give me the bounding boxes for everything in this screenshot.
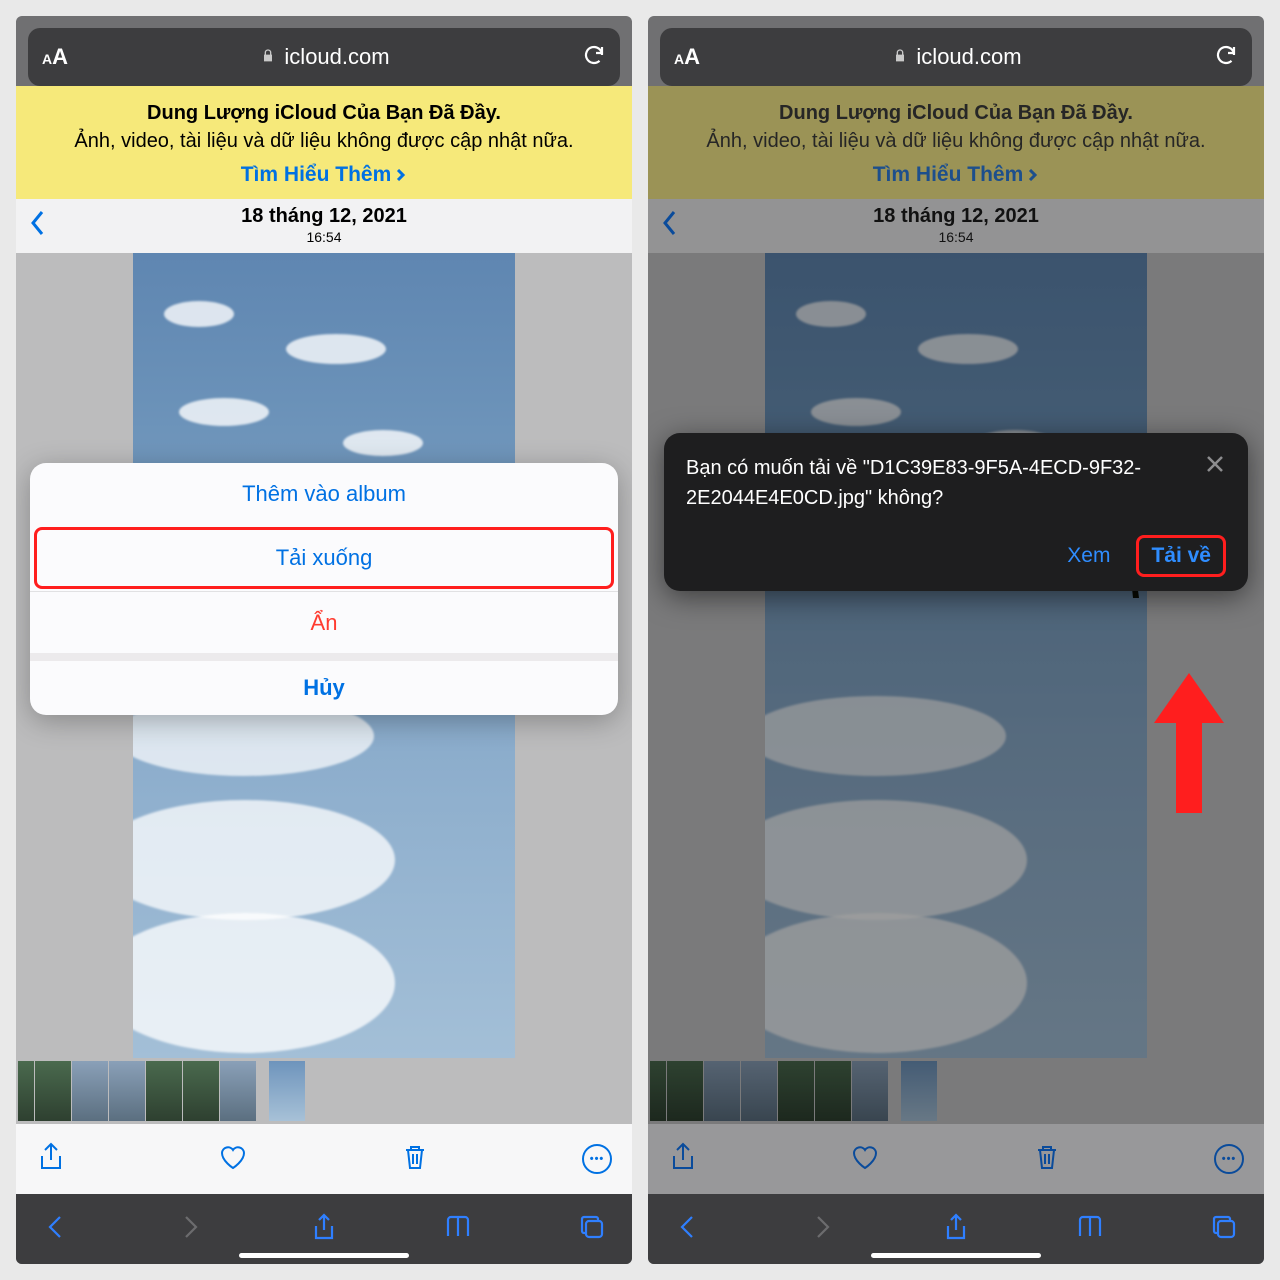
sheet-cancel[interactable]: Hủy (30, 653, 618, 715)
more-icon[interactable]: ••• (1214, 1144, 1244, 1174)
photo-date: 18 tháng 12, 2021 (680, 205, 1232, 228)
heart-icon[interactable] (218, 1142, 248, 1177)
content-area: Bạn có muốn tải về "D1C39E83-9F5A-4ECD-9… (648, 253, 1264, 1058)
storage-banner: Dung Lượng iCloud Của Bạn Đã Đầy. Ảnh, v… (16, 86, 632, 199)
domain-text: icloud.com (916, 44, 1021, 70)
lock-icon (892, 44, 908, 70)
lock-icon (260, 44, 276, 70)
banner-subtitle: Ảnh, video, tài liệu và dữ liệu không đư… (34, 128, 614, 155)
reload-icon[interactable] (1214, 43, 1238, 72)
photo-time: 16:54 (48, 229, 600, 245)
address-bar: AA icloud.com (28, 28, 620, 86)
browser-share-icon[interactable] (310, 1213, 338, 1246)
share-icon[interactable] (668, 1142, 698, 1177)
nav-back-icon[interactable] (42, 1213, 70, 1246)
banner-title: Dung Lượng iCloud Của Bạn Đã Đầy. (666, 100, 1246, 126)
sheet-download[interactable]: Tải xuống (34, 527, 614, 589)
text-size-button[interactable]: AA (42, 44, 68, 70)
browser-share-icon[interactable] (942, 1213, 970, 1246)
tabs-icon[interactable] (578, 1213, 606, 1246)
more-icon[interactable]: ••• (582, 1144, 612, 1174)
nav-forward-icon (176, 1213, 204, 1246)
back-button[interactable] (28, 209, 48, 242)
photo-date: 18 tháng 12, 2021 (48, 205, 600, 228)
domain-text: icloud.com (284, 44, 389, 70)
tabs-icon[interactable] (1210, 1213, 1238, 1246)
dialog-view-button[interactable]: Xem (1067, 544, 1110, 568)
phone-right: AA icloud.com Dung Lượng iCloud Của Bạn … (648, 16, 1264, 1264)
reload-icon[interactable] (582, 43, 606, 72)
nav-forward-icon (808, 1213, 836, 1246)
home-indicator (239, 1253, 409, 1258)
photo-header: 18 tháng 12, 2021 16:54 (648, 199, 1264, 253)
heart-icon[interactable] (850, 1142, 880, 1177)
photo-time: 16:54 (680, 229, 1232, 245)
storage-banner: Dung Lượng iCloud Của Bạn Đã Đầy. Ảnh, v… (648, 86, 1264, 199)
trash-icon[interactable] (1032, 1142, 1062, 1177)
phone-left: AA icloud.com Dung Lượng iCloud Của Bạn … (16, 16, 632, 1264)
photo-image (765, 253, 1147, 1058)
download-dialog: Bạn có muốn tải về "D1C39E83-9F5A-4ECD-9… (664, 433, 1248, 591)
thumbnail-strip[interactable] (648, 1058, 1264, 1124)
thumbnail-strip[interactable] (16, 1058, 632, 1124)
back-button[interactable] (660, 209, 680, 242)
dialog-message: Bạn có muốn tải về "D1C39E83-9F5A-4ECD-9… (686, 453, 1192, 513)
trash-icon[interactable] (400, 1142, 430, 1177)
banner-learn-more-link[interactable]: Tìm Hiểu Thêm (241, 163, 408, 187)
content-area: Thêm vào album Tải xuống Ẩn Hủy (16, 253, 632, 1058)
banner-subtitle: Ảnh, video, tài liệu và dữ liệu không đư… (666, 128, 1246, 155)
close-icon[interactable] (1204, 453, 1226, 513)
action-sheet: Thêm vào album Tải xuống Ẩn Hủy (30, 463, 618, 715)
address-bar: AA icloud.com (660, 28, 1252, 86)
photo-viewer[interactable] (648, 253, 1264, 1058)
dialog-download-button[interactable]: Tải về (1136, 535, 1226, 577)
banner-title: Dung Lượng iCloud Của Bạn Đã Đầy. (34, 100, 614, 126)
bookmarks-icon[interactable] (1076, 1213, 1104, 1246)
text-size-button[interactable]: AA (674, 44, 700, 70)
nav-back-icon[interactable] (674, 1213, 702, 1246)
share-icon[interactable] (36, 1142, 66, 1177)
photo-toolbar: ••• (648, 1124, 1264, 1194)
url-display[interactable]: icloud.com (700, 44, 1214, 70)
sheet-hide[interactable]: Ẩn (30, 591, 618, 653)
home-indicator (871, 1253, 1041, 1258)
sheet-add-to-album[interactable]: Thêm vào album (30, 463, 618, 525)
annotation-arrow (1154, 673, 1224, 818)
photo-header: 18 tháng 12, 2021 16:54 (16, 199, 632, 253)
bookmarks-icon[interactable] (444, 1213, 472, 1246)
url-display[interactable]: icloud.com (68, 44, 582, 70)
photo-toolbar: ••• (16, 1124, 632, 1194)
banner-learn-more-link[interactable]: Tìm Hiểu Thêm (873, 163, 1040, 187)
